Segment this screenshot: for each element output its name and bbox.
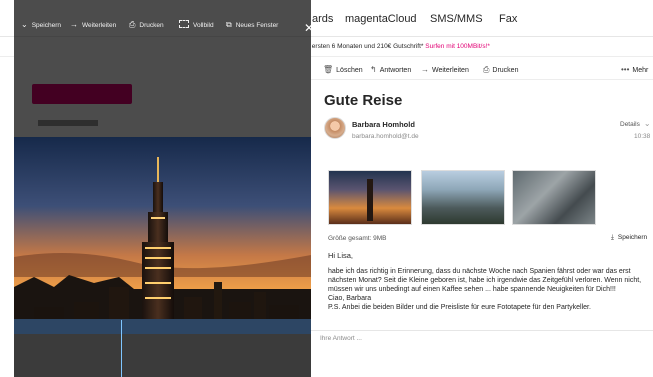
trash-icon: 🗑 bbox=[323, 65, 334, 74]
more-label: Mehr bbox=[632, 67, 649, 74]
print-label: Drucken bbox=[492, 67, 519, 74]
reply-button[interactable]: ↰ Antworten bbox=[370, 65, 411, 74]
image-empire-state-sunset bbox=[14, 137, 311, 334]
details-toggle[interactable]: Details ⌄ bbox=[620, 119, 651, 128]
viewer-print-button[interactable]: ⎙ Drucken bbox=[129, 20, 164, 30]
mail-time: 10:38 bbox=[634, 133, 651, 140]
nav-item-sms-mms[interactable]: SMS/MMS bbox=[430, 13, 483, 25]
viewer-print-label: Drucken bbox=[139, 22, 164, 29]
image-viewer-footer bbox=[14, 334, 311, 377]
printer-icon: ⎙ bbox=[483, 65, 490, 74]
viewer-forward-button[interactable]: → Weiterleiten bbox=[70, 20, 116, 29]
mail-body: habe ich das richtig in Erinnerung, dass… bbox=[328, 268, 642, 311]
details-label: Details bbox=[620, 121, 640, 128]
chevron-down-icon: ⌄ bbox=[643, 119, 651, 128]
viewer-fullscreen-button[interactable]: Vollbild bbox=[179, 20, 214, 29]
forward-label: Weiterleiten bbox=[432, 67, 469, 74]
close-icon[interactable]: ✕ bbox=[304, 21, 314, 35]
attachment-thumbnail-aerial[interactable] bbox=[512, 170, 596, 225]
image-viewer-toolbar: ⌄ Speichern → Weiterleiten ⎙ Drucken Vollbi… bbox=[14, 7, 314, 40]
forward-button[interactable]: → Weiterleiten bbox=[421, 65, 469, 74]
viewer-save-button[interactable]: ⌄ Speichern bbox=[21, 20, 61, 29]
sender-email[interactable]: barbara.homhold@t.de bbox=[352, 133, 419, 140]
viewer-forward-label: Weiterleiten bbox=[82, 22, 117, 29]
sender-avatar bbox=[324, 117, 346, 139]
mail-toolbar: 🗑 Löschen ↰ Antworten → Weiterleiten ⎙ Druck… bbox=[311, 58, 653, 80]
forward-arrow-icon: → bbox=[70, 20, 78, 29]
viewer-image-empire-state bbox=[14, 137, 311, 334]
reply-input[interactable]: Ihre Antwort ... bbox=[320, 335, 362, 342]
nav-item-fax[interactable]: Fax bbox=[499, 13, 517, 25]
attachments-size: Größe gesamt: 9MB bbox=[328, 235, 387, 242]
viewer-new-window-label: Neues Fenster bbox=[235, 22, 279, 29]
mail-greeting: Hi Lisa, bbox=[328, 251, 354, 260]
nav-item-magentacloud[interactable]: magentaCloud bbox=[345, 13, 417, 25]
chevron-down-icon: ⌄ bbox=[21, 20, 28, 29]
fullscreen-icon bbox=[179, 20, 189, 28]
download-icon: ⤓ bbox=[611, 234, 614, 241]
attachment-thumbnail-skyline[interactable] bbox=[421, 170, 505, 225]
viewer-save-label: Speichern bbox=[31, 22, 61, 29]
mail-subject: Gute Reise bbox=[324, 92, 403, 109]
promo-highlight[interactable]: Surfen mit 100MBit/s!* bbox=[425, 43, 490, 50]
printer-icon: ⎙ bbox=[129, 20, 136, 29]
save-attachments-button[interactable]: ⤓ Speichern bbox=[611, 234, 647, 242]
dots-icon: ••• bbox=[621, 65, 630, 74]
reply-divider bbox=[311, 330, 653, 331]
sender-name[interactable]: Barbara Homhold bbox=[352, 120, 415, 129]
attachment-thumbnail-empire-state[interactable] bbox=[328, 170, 412, 225]
more-button[interactable]: ••• Mehr bbox=[621, 65, 648, 74]
viewer-new-window-button[interactable]: ⧉ Neues Fenster bbox=[226, 20, 278, 30]
reply-label: Antworten bbox=[379, 67, 412, 74]
print-button[interactable]: ⎙ Drucken bbox=[483, 65, 518, 75]
save-attachments-label: Speichern bbox=[617, 234, 648, 241]
delete-label: Löschen bbox=[336, 67, 363, 74]
viewer-fullscreen-label: Vollbild bbox=[193, 22, 214, 29]
external-link-icon: ⧉ bbox=[226, 20, 232, 29]
scroll-indicator bbox=[121, 320, 122, 377]
promo-text: 5€ mtl. i.d. ersten 6 Monaten und 210€ G… bbox=[280, 43, 490, 50]
forward-arrow-icon: → bbox=[421, 65, 429, 74]
delete-button[interactable]: 🗑 Löschen bbox=[323, 65, 363, 74]
nav-item-cards[interactable]: ards bbox=[312, 13, 333, 25]
reply-icon: ↰ bbox=[370, 65, 377, 74]
